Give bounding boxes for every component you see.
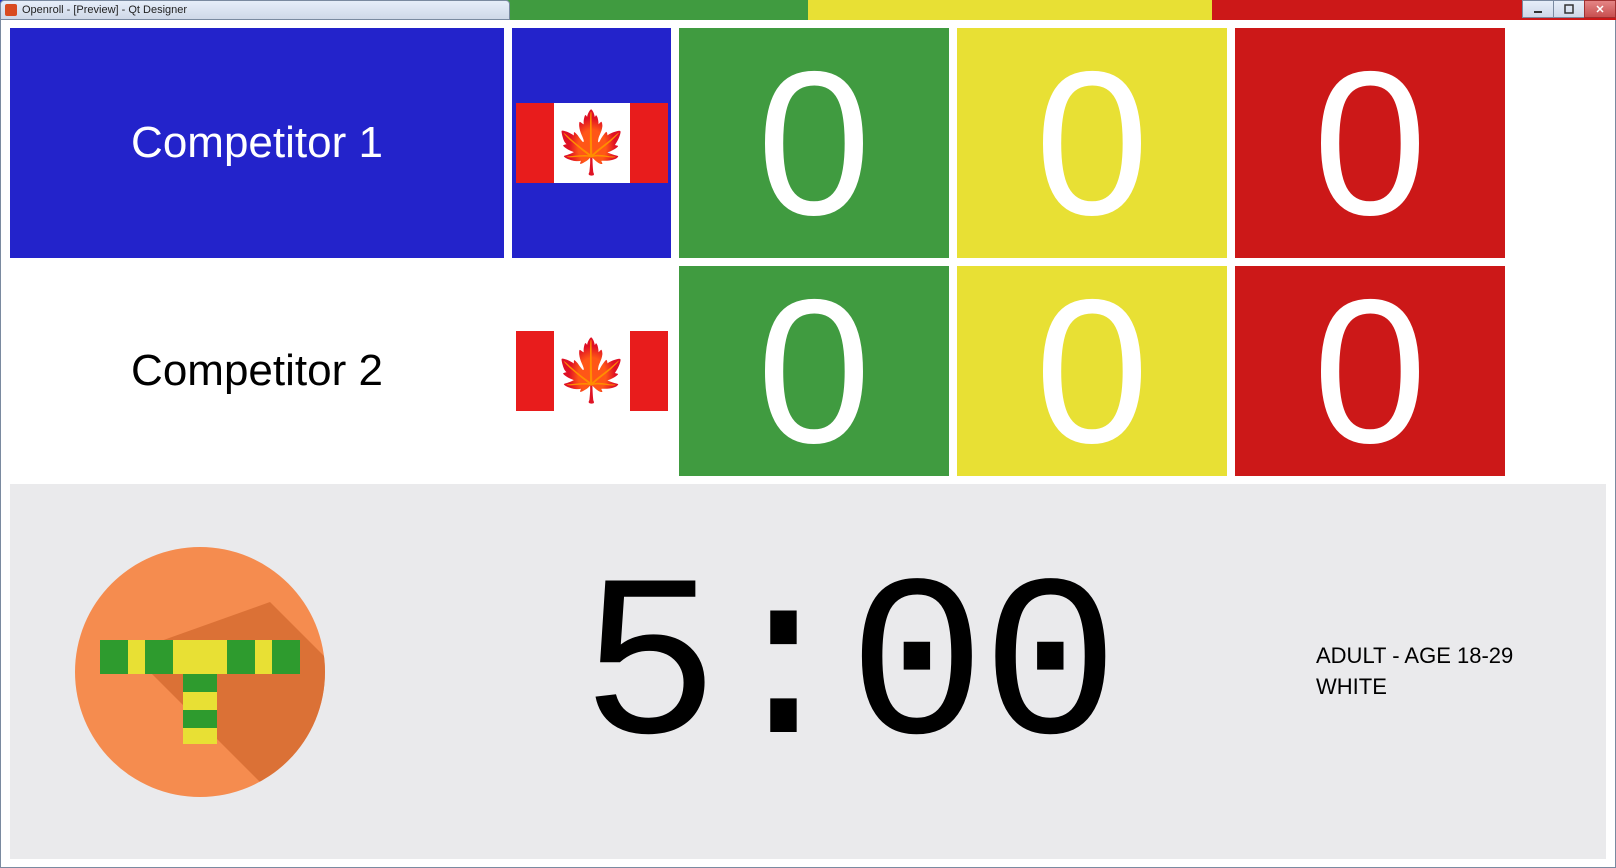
division-belt: WHITE	[1316, 672, 1586, 703]
app-icon	[5, 4, 17, 16]
canada-flag-icon: 🍁	[516, 331, 668, 411]
competitor-2-name-cell[interactable]: Competitor 2	[10, 266, 504, 476]
competitor-1-name-cell[interactable]: Competitor 1	[10, 28, 504, 258]
bottom-panel: 5:00 ADULT - AGE 18-29 WHITE	[10, 484, 1606, 859]
window-title: Openroll - [Preview] - Qt Designer	[22, 4, 187, 16]
window-body: Competitor 1 🍁 0 0 0 Competitor 2 🍁	[0, 20, 1616, 868]
match-timer[interactable]: 5:00	[380, 542, 1316, 802]
competitor-1-name: Competitor 1	[131, 118, 383, 168]
maximize-button[interactable]	[1553, 0, 1585, 18]
competitor-2-advantages[interactable]: 0	[957, 266, 1227, 476]
competitor-1-points[interactable]: 0	[679, 28, 949, 258]
logo-container	[10, 484, 380, 859]
division-age: ADULT - AGE 18-29	[1316, 641, 1586, 672]
close-button[interactable]	[1584, 0, 1616, 18]
window-controls	[1523, 0, 1616, 20]
competitor-2-flag-cell[interactable]: 🍁	[512, 266, 671, 476]
competitor-2-penalties[interactable]: 0	[1235, 266, 1505, 476]
competitor-2-name: Competitor 2	[131, 346, 383, 396]
competitor-1-advantages[interactable]: 0	[957, 28, 1227, 258]
competitor-2-points[interactable]: 0	[679, 266, 949, 476]
competitor-1-penalties[interactable]: 0	[1235, 28, 1505, 258]
minimize-button[interactable]	[1522, 0, 1554, 18]
competitor-1-flag-cell[interactable]: 🍁	[512, 28, 671, 258]
canada-flag-icon: 🍁	[516, 103, 668, 183]
window-titlebar[interactable]: Openroll - [Preview] - Qt Designer	[0, 0, 510, 20]
scoreboard: Competitor 1 🍁 0 0 0 Competitor 2 🍁	[10, 28, 1606, 476]
division-info: ADULT - AGE 18-29 WHITE	[1316, 641, 1606, 703]
openroll-logo-icon	[70, 542, 330, 802]
